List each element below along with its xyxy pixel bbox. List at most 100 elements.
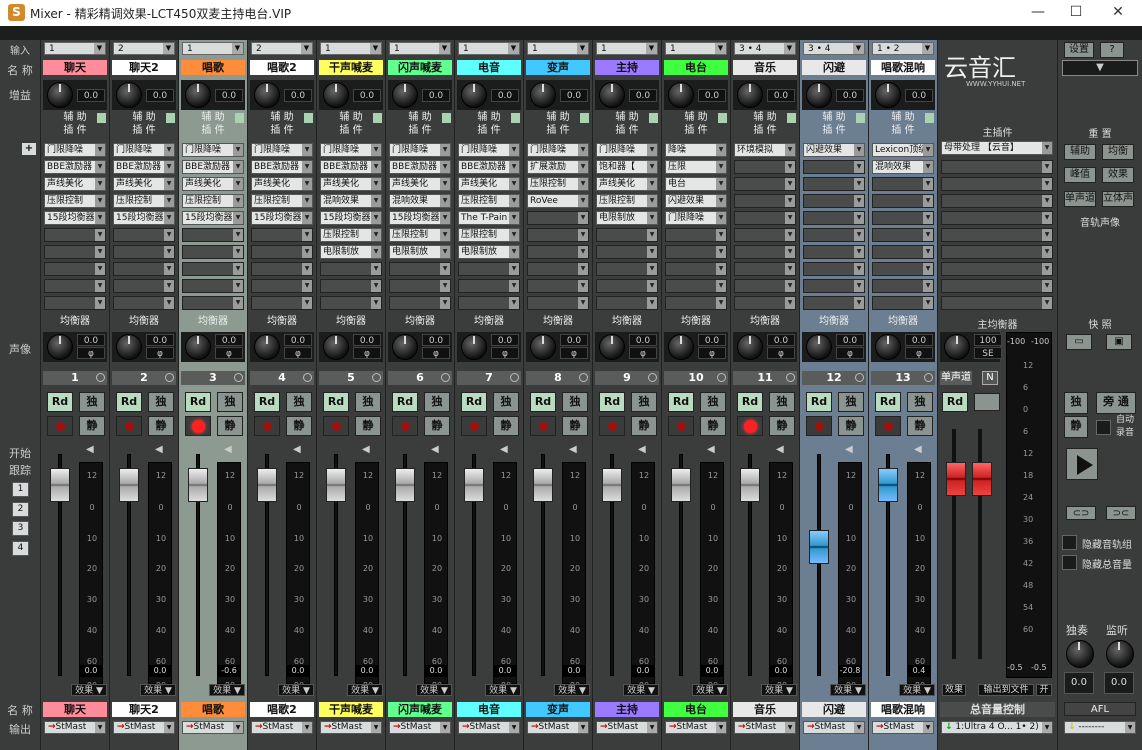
output-select[interactable]: →StMast ▼ xyxy=(596,721,658,734)
stereo-toggle[interactable]: 立体声 xyxy=(1102,191,1134,207)
mute-button[interactable]: 静 xyxy=(769,416,795,436)
volume-fader[interactable] xyxy=(188,468,208,502)
channel-name[interactable]: 闪声喊麦 xyxy=(388,60,452,75)
speaker-icon[interactable]: ◀ xyxy=(431,444,443,456)
master-fx-button[interactable]: 效果 xyxy=(942,684,966,696)
channel-name-bottom[interactable]: 音乐 xyxy=(733,702,797,717)
track-button-2[interactable]: 2 xyxy=(12,502,29,517)
plugin-slot[interactable]: ▼ xyxy=(665,228,727,242)
speaker-icon[interactable]: ◀ xyxy=(845,444,857,456)
effect-toggle[interactable]: 效果 xyxy=(1102,167,1134,183)
main-plugin-slot-empty[interactable]: ▼ xyxy=(941,296,1053,310)
volume-fader[interactable] xyxy=(119,468,139,502)
plugin-slot[interactable]: ▼ xyxy=(596,296,658,310)
plugin-slot[interactable]: ▼ xyxy=(596,228,658,242)
input-select[interactable]: 1 ▼ xyxy=(389,42,451,55)
main-plugin-slot-empty[interactable]: ▼ xyxy=(941,279,1053,293)
speaker-icon[interactable]: ◀ xyxy=(776,444,788,456)
record-button[interactable] xyxy=(737,416,763,436)
volume-fader[interactable] xyxy=(533,468,553,502)
solo-level-knob[interactable] xyxy=(1066,640,1094,668)
input-select[interactable]: 1 ▼ xyxy=(320,42,382,55)
speaker-icon[interactable]: ◀ xyxy=(362,444,374,456)
plugin-slot[interactable]: ▼ xyxy=(734,160,796,174)
main-plugin-slot-empty[interactable]: ▼ xyxy=(941,211,1053,225)
track-button-3[interactable]: 3 xyxy=(12,521,29,536)
speaker-icon[interactable]: ◀ xyxy=(914,444,926,456)
plugin-slot[interactable]: 压限控制 ▼ xyxy=(389,228,451,242)
track-button-1[interactable]: 1 xyxy=(12,482,29,497)
plugin-slot[interactable]: 压限控制 ▼ xyxy=(527,177,589,191)
plugin-slot[interactable]: 电台 ▼ xyxy=(665,177,727,191)
plugin-slot[interactable]: 门限降噪 ▼ xyxy=(44,143,106,157)
plugin-slot[interactable]: 压限控制 ▼ xyxy=(182,194,244,208)
channel-options-icon[interactable] xyxy=(855,373,864,382)
plugin-slot[interactable]: ▼ xyxy=(320,296,382,310)
plugin-slot[interactable]: 声线美化 ▼ xyxy=(320,177,382,191)
channel-name[interactable]: 音乐 xyxy=(733,60,797,75)
plugin-slot[interactable]: ▼ xyxy=(872,177,934,191)
afl-button[interactable]: AFL xyxy=(1064,702,1136,716)
monitor-level-knob[interactable] xyxy=(1106,640,1134,668)
aux-header[interactable]: 辅 助 xyxy=(595,112,659,124)
fx-button[interactable]: 效果 ▼ xyxy=(692,684,728,696)
master-fader-right[interactable] xyxy=(972,462,992,496)
preset-select[interactable]: ▼ xyxy=(1062,60,1138,76)
pan-phase[interactable]: φ xyxy=(77,347,105,359)
pan-phase[interactable]: φ xyxy=(284,347,312,359)
output-select[interactable]: →StMast ▼ xyxy=(113,721,175,734)
plugin-slot[interactable]: ▼ xyxy=(182,296,244,310)
mute-button[interactable]: 静 xyxy=(286,416,312,436)
aux-header[interactable]: 辅 助 xyxy=(664,112,728,124)
plugin-slot[interactable]: Lexicon顶级 ▼ xyxy=(872,143,934,157)
channel-options-icon[interactable] xyxy=(579,373,588,382)
plugin-slot[interactable]: 声线美化 ▼ xyxy=(596,177,658,191)
plugin-slot[interactable]: ▼ xyxy=(44,296,106,310)
plugin-slot[interactable]: 环境模拟 ▼ xyxy=(734,143,796,157)
channel-options-icon[interactable] xyxy=(303,373,312,382)
plugin-slot[interactable]: 声线美化 ▼ xyxy=(113,177,175,191)
channel-name-bottom[interactable]: 唱歌 xyxy=(181,702,245,717)
record-button[interactable] xyxy=(116,416,142,436)
plugin-slot[interactable]: BBE激励器 ▼ xyxy=(113,160,175,174)
fx-button[interactable]: 效果 ▼ xyxy=(623,684,659,696)
input-select[interactable]: 1 ▼ xyxy=(665,42,727,55)
volume-fader[interactable] xyxy=(809,530,829,564)
eq-header[interactable]: 均衡器 xyxy=(871,316,935,328)
open-button[interactable]: 开 xyxy=(1036,684,1052,696)
plugin-slot[interactable]: ▼ xyxy=(872,279,934,293)
plugin-slot[interactable]: ▼ xyxy=(251,279,313,293)
volume-fader[interactable] xyxy=(464,468,484,502)
eq-header[interactable]: 均衡器 xyxy=(664,316,728,328)
plugin-slot[interactable]: 门限降噪 ▼ xyxy=(458,143,520,157)
input-select[interactable]: 1 ▼ xyxy=(44,42,106,55)
input-select[interactable]: 1 ▼ xyxy=(182,42,244,55)
eq-header[interactable]: 均衡器 xyxy=(802,316,866,328)
record-button[interactable] xyxy=(323,416,349,436)
pan-phase[interactable]: φ xyxy=(422,347,450,359)
plugin-slot[interactable]: ▼ xyxy=(113,279,175,293)
global-mute-button[interactable]: 静 xyxy=(1064,416,1088,438)
aux-header[interactable]: 辅 助 xyxy=(319,112,383,124)
channel-options-icon[interactable] xyxy=(165,373,174,382)
channel-number[interactable]: 13 xyxy=(871,371,935,385)
plugin-slot[interactable]: ▼ xyxy=(665,279,727,293)
rd-button[interactable]: Rd xyxy=(530,392,556,412)
fx-button[interactable]: 效果 ▼ xyxy=(485,684,521,696)
plugin-slot[interactable]: ▼ xyxy=(44,228,106,242)
plugin-slot[interactable]: ▼ xyxy=(803,177,865,191)
pan-knob[interactable] xyxy=(392,334,418,360)
volume-fader[interactable] xyxy=(671,468,691,502)
channel-options-icon[interactable] xyxy=(96,373,105,382)
gain-knob[interactable] xyxy=(668,82,694,108)
output-select[interactable]: →StMast ▼ xyxy=(182,721,244,734)
plugin-slot[interactable]: 扩展激励 ▼ xyxy=(527,160,589,174)
channel-options-icon[interactable] xyxy=(786,373,795,382)
fx-button[interactable]: 效果 ▼ xyxy=(71,684,107,696)
channel-number[interactable]: 2 xyxy=(112,371,176,385)
solo-button[interactable]: 独 xyxy=(355,392,381,412)
master-pan-knob[interactable] xyxy=(944,334,970,360)
gain-knob[interactable] xyxy=(530,82,556,108)
input-select[interactable]: 1 ▼ xyxy=(458,42,520,55)
speaker-icon[interactable]: ◀ xyxy=(224,444,236,456)
